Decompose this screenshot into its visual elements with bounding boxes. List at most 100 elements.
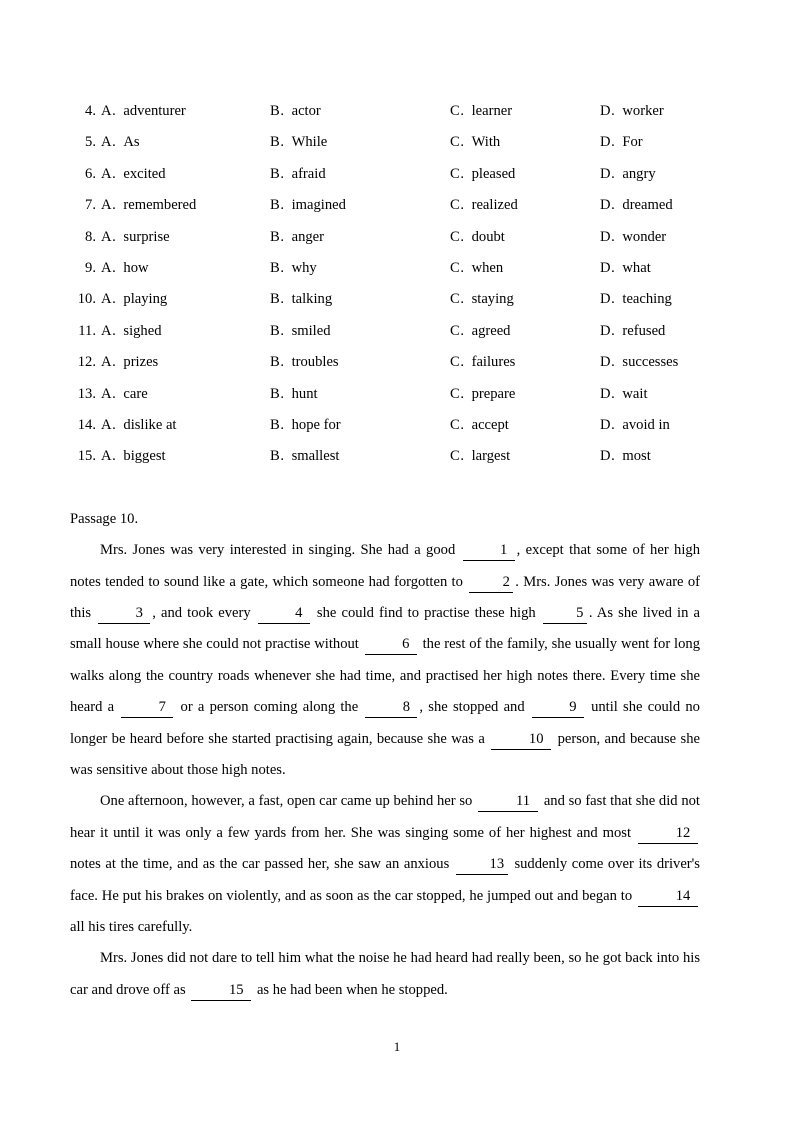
option-a[interactable]: A. playing	[101, 284, 167, 315]
option-d[interactable]: D. wonder	[600, 222, 666, 253]
option-b-label: B.	[270, 228, 285, 245]
blank-12[interactable]: 12	[637, 823, 698, 844]
option-b-text: actor	[291, 103, 321, 119]
option-c[interactable]: C. doubt	[450, 222, 505, 253]
option-d-label: D.	[600, 291, 616, 308]
option-b[interactable]: B. smiled	[270, 316, 331, 347]
option-d[interactable]: D. angry	[600, 159, 656, 190]
option-c-label: C.	[450, 385, 465, 402]
option-a[interactable]: A. how	[101, 253, 149, 284]
option-d-text: refused	[622, 322, 666, 339]
question-number: 11.	[78, 322, 96, 339]
option-c[interactable]: C. With	[450, 127, 500, 158]
option-c[interactable]: C. accept	[450, 410, 509, 441]
option-a[interactable]: A. surprise	[101, 222, 170, 253]
question-number: 7.	[85, 197, 96, 214]
blank-15[interactable]: 15	[191, 980, 252, 1001]
question-number: 13.	[77, 385, 96, 402]
option-b-label: B.	[270, 416, 285, 433]
option-d[interactable]: D. wait	[600, 379, 648, 410]
option-b[interactable]: B. troubles	[270, 347, 339, 378]
blank-9[interactable]: 9	[531, 697, 584, 719]
option-b-text: imagined	[291, 197, 346, 214]
option-a[interactable]: A. prizes	[101, 347, 158, 378]
option-c[interactable]: C. largest	[450, 441, 510, 472]
option-d[interactable]: D. dreamed	[600, 190, 673, 221]
option-c[interactable]: C. learner	[450, 96, 512, 127]
question-number: 4.	[85, 103, 96, 119]
option-d-label: D.	[600, 134, 616, 151]
option-a[interactable]: A. remembered	[101, 190, 196, 221]
option-d[interactable]: D. teaching	[600, 284, 672, 315]
blank-8[interactable]: 8	[365, 697, 418, 719]
blank-2[interactable]: 2	[469, 572, 514, 593]
paragraph-3-text-2: as he had been when he stopped.	[256, 981, 448, 998]
option-c-label: C.	[450, 259, 465, 276]
option-b[interactable]: B. anger	[270, 222, 324, 253]
option-a[interactable]: A. care	[101, 379, 148, 410]
blank-5[interactable]: 5	[542, 603, 587, 624]
question-number: 10.	[77, 291, 96, 308]
option-c[interactable]: C. realized	[450, 190, 518, 221]
blank-1[interactable]: 1	[462, 540, 515, 562]
option-d[interactable]: D. most	[600, 441, 651, 472]
option-d[interactable]: D. worker	[600, 96, 664, 127]
option-c[interactable]: C. failures	[450, 347, 515, 378]
option-c-text: accept	[471, 416, 509, 433]
option-c[interactable]: C. when	[450, 253, 503, 284]
option-d[interactable]: D. avoid in	[600, 410, 670, 441]
option-b-label: B.	[270, 103, 285, 119]
option-c[interactable]: C. agreed	[450, 316, 510, 347]
option-c[interactable]: C. prepare	[450, 379, 515, 410]
option-a-label: A.	[101, 228, 117, 245]
option-c-label: C.	[450, 165, 465, 182]
paragraph-2-text-5: all his tires carefully.	[70, 918, 193, 935]
option-row: 6. A. excited B. afraid C. pleased D. angry	[70, 159, 700, 190]
blank-6[interactable]: 6	[364, 634, 417, 656]
question-number: 15.	[77, 448, 96, 465]
option-a[interactable]: A. biggest	[101, 441, 166, 472]
option-d-label: D.	[600, 259, 616, 276]
passage-paragraph-2: One afternoon, however, a fast, open car…	[70, 786, 700, 943]
option-c-label: C.	[450, 228, 465, 245]
option-d[interactable]: D. what	[600, 253, 651, 284]
blank-7[interactable]: 7	[121, 697, 174, 719]
option-d[interactable]: D. refused	[600, 316, 665, 347]
option-a-label: A.	[101, 385, 117, 402]
option-a-label: A.	[101, 134, 117, 151]
blank-14[interactable]: 14	[638, 886, 698, 907]
option-a-text: sighed	[123, 322, 162, 339]
blank-10[interactable]: 10	[491, 729, 552, 750]
option-a[interactable]: A. sighed	[101, 316, 162, 347]
option-row: 15. A. biggest B. smallest C. largest D. mos…	[70, 441, 700, 472]
option-b[interactable]: B. hope for	[270, 410, 341, 441]
blank-13[interactable]: 13	[455, 854, 508, 876]
blank-4[interactable]: 4	[257, 603, 310, 624]
option-b[interactable]: B. afraid	[270, 159, 326, 190]
option-c[interactable]: C. pleased	[450, 159, 515, 190]
option-a[interactable]: A. adventurer	[101, 96, 186, 127]
option-a[interactable]: A. excited	[101, 159, 166, 190]
option-b[interactable]: B. smallest	[270, 441, 339, 472]
option-a[interactable]: A. As	[101, 127, 140, 158]
option-b[interactable]: B. imagined	[270, 190, 346, 221]
option-b[interactable]: B. why	[270, 253, 317, 284]
option-a-label: A.	[101, 165, 117, 182]
option-d-text: wonder	[622, 228, 667, 245]
blank-11[interactable]: 11	[478, 791, 539, 813]
option-b[interactable]: B. hunt	[270, 379, 318, 410]
option-b[interactable]: B. talking	[270, 284, 332, 315]
option-b[interactable]: B. actor	[270, 96, 321, 127]
option-d[interactable]: D. For	[600, 127, 643, 158]
option-a-text: playing	[123, 291, 168, 308]
option-a-label: A.	[101, 291, 117, 308]
option-d-label: D.	[600, 385, 616, 402]
option-d-text: worker	[622, 103, 664, 119]
option-a[interactable]: A. dislike at	[101, 410, 177, 441]
option-c-text: agreed	[471, 322, 511, 339]
option-c[interactable]: C. staying	[450, 284, 514, 315]
option-d[interactable]: D. successes	[600, 347, 678, 378]
option-b[interactable]: B. While	[270, 127, 327, 158]
question-number: 6.	[85, 165, 96, 182]
blank-3[interactable]: 3	[98, 603, 151, 624]
